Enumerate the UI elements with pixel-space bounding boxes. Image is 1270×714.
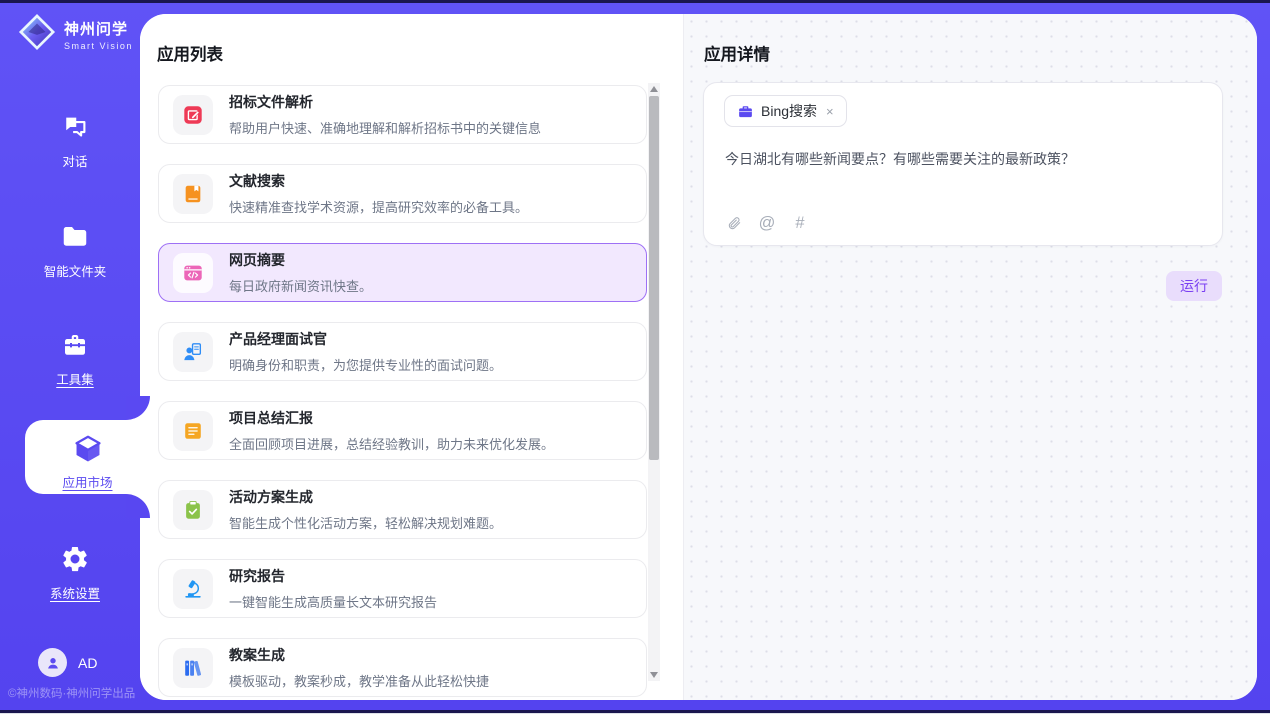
- app-card[interactable]: 活动方案生成智能生成个性化活动方案，轻松解决规划难题。: [158, 480, 647, 539]
- app-detail-panel: 应用详情 Bing搜索 × 今日湖北有哪些新闻要点？有哪些需要关注的最新政策？ …: [683, 14, 1257, 700]
- clipboard-check-icon: [173, 490, 213, 530]
- sidebar-item-label: 工具集: [0, 369, 150, 388]
- user-row[interactable]: AD: [38, 648, 97, 677]
- run-button[interactable]: 运行: [1166, 271, 1222, 301]
- sidebar-item-settings[interactable]: 系统设置: [0, 544, 150, 602]
- book-icon: [173, 174, 213, 214]
- prompt-toolbar: @ #: [725, 213, 809, 233]
- gear-icon: [60, 544, 90, 574]
- active-tab-bottom-curve: [126, 494, 150, 518]
- brand-logo: 神州问学 Smart Vision: [18, 13, 133, 56]
- app-card-title: 活动方案生成: [229, 487, 502, 507]
- user-name: AD: [78, 655, 97, 671]
- folder-icon: [60, 222, 90, 252]
- sidebar-item-tools[interactable]: 工具集: [0, 330, 150, 388]
- interviewer-icon: [173, 332, 213, 372]
- app-card-title: 网页摘要: [229, 250, 372, 270]
- user-avatar-icon: [38, 648, 67, 677]
- app-card-title: 研究报告: [229, 566, 437, 586]
- app-card-title: 文献搜索: [229, 171, 528, 191]
- sidebar-item-label: 智能文件夹: [0, 261, 150, 280]
- sidebar-item-market[interactable]: 应用市场: [25, 420, 150, 494]
- app-card[interactable]: 研究报告一键智能生成高质量长文本研究报告: [158, 559, 647, 618]
- app-card[interactable]: 教案生成模板驱动，教案秒成，教学准备从此轻松快捷: [158, 638, 647, 697]
- sidebar-item-label: 应用市场: [25, 472, 150, 491]
- hash-icon[interactable]: #: [791, 213, 809, 233]
- app-list-panel: 应用列表 招标文件解析帮助用户快速、准确地理解和解析招标书中的关键信息文献搜索快…: [140, 14, 683, 700]
- sidebar: 神州问学 Smart Vision 对话智能文件夹工具集应用市场系统设置 AD …: [0, 0, 150, 714]
- books-icon: [173, 648, 213, 688]
- prompt-card: Bing搜索 × 今日湖北有哪些新闻要点？有哪些需要关注的最新政策？ @ #: [703, 82, 1223, 246]
- app-card[interactable]: 产品经理面试官明确身份和职责，为您提供专业性的面试问题。: [158, 322, 647, 381]
- app-card-list: 招标文件解析帮助用户快速、准确地理解和解析招标书中的关键信息文献搜索快速精准查找…: [158, 85, 647, 700]
- active-tab-top-curve: [126, 396, 150, 420]
- brand-subtitle: Smart Vision: [64, 41, 133, 51]
- chat-icon: [60, 112, 90, 142]
- app-card-title: 招标文件解析: [229, 92, 541, 112]
- app-card-title: 教案生成: [229, 645, 489, 665]
- app-card-description: 全面回顾项目进展，总结经验教训，助力未来优化发展。: [229, 434, 554, 453]
- tool-tag-bing-search[interactable]: Bing搜索 ×: [724, 95, 847, 127]
- briefcase-icon: [737, 103, 754, 120]
- mention-icon[interactable]: @: [758, 213, 776, 233]
- app-card-description: 每日政府新闻资讯快查。: [229, 276, 372, 295]
- app-card-description: 明确身份和职责，为您提供专业性的面试问题。: [229, 355, 502, 374]
- microscope-icon: [173, 569, 213, 609]
- app-card-description: 快速精准查找学术资源，提高研究效率的必备工具。: [229, 197, 528, 216]
- window-top-edge: [0, 0, 1270, 3]
- attachment-icon[interactable]: [725, 213, 743, 233]
- app-card-title: 产品经理面试官: [229, 329, 502, 349]
- brand-name: 神州问学: [64, 18, 133, 39]
- app-card-title: 项目总结汇报: [229, 408, 554, 428]
- sidebar-item-label: 对话: [0, 151, 150, 170]
- app-card[interactable]: 项目总结汇报全面回顾项目进展，总结经验教训，助力未来优化发展。: [158, 401, 647, 460]
- app-market-page: { "brand": { "name": "神州问学", "subtitle":…: [0, 0, 1270, 714]
- copyright-text: ©神州数码·神州问学出品: [8, 685, 135, 701]
- scrollbar-thumb[interactable]: [649, 96, 659, 460]
- diamond-logo-icon: [18, 13, 56, 56]
- prompt-text-input[interactable]: 今日湖北有哪些新闻要点？有哪些需要关注的最新政策？: [725, 149, 1202, 170]
- scrollbar-up-arrow-icon[interactable]: [648, 83, 660, 95]
- app-card-description: 帮助用户快速、准确地理解和解析招标书中的关键信息: [229, 118, 541, 137]
- sidebar-item-chat[interactable]: 对话: [0, 112, 150, 170]
- main-content: 应用列表 招标文件解析帮助用户快速、准确地理解和解析招标书中的关键信息文献搜索快…: [140, 14, 1257, 700]
- edit-document-icon: [173, 95, 213, 135]
- note-icon: [173, 411, 213, 451]
- list-scrollbar[interactable]: [648, 83, 660, 681]
- scrollbar-down-arrow-icon[interactable]: [648, 669, 660, 681]
- sidebar-item-label: 系统设置: [0, 583, 150, 602]
- app-card-description: 智能生成个性化活动方案，轻松解决规划难题。: [229, 513, 502, 532]
- app-card[interactable]: 招标文件解析帮助用户快速、准确地理解和解析招标书中的关键信息: [158, 85, 647, 144]
- cube-icon: [72, 433, 104, 465]
- app-detail-title: 应用详情: [704, 41, 770, 65]
- app-card[interactable]: 网页摘要每日政府新闻资讯快查。: [158, 243, 647, 302]
- browser-code-icon: [173, 253, 213, 293]
- toolbox-icon: [60, 330, 90, 360]
- sidebar-item-folders[interactable]: 智能文件夹: [0, 222, 150, 280]
- tool-tag-label: Bing搜索: [761, 101, 817, 121]
- app-card-description: 模板驱动，教案秒成，教学准备从此轻松快捷: [229, 671, 489, 690]
- app-card[interactable]: 文献搜索快速精准查找学术资源，提高研究效率的必备工具。: [158, 164, 647, 223]
- app-list-title: 应用列表: [157, 41, 223, 65]
- app-card-description: 一键智能生成高质量长文本研究报告: [229, 592, 437, 611]
- tool-tag-close-icon[interactable]: ×: [826, 104, 834, 119]
